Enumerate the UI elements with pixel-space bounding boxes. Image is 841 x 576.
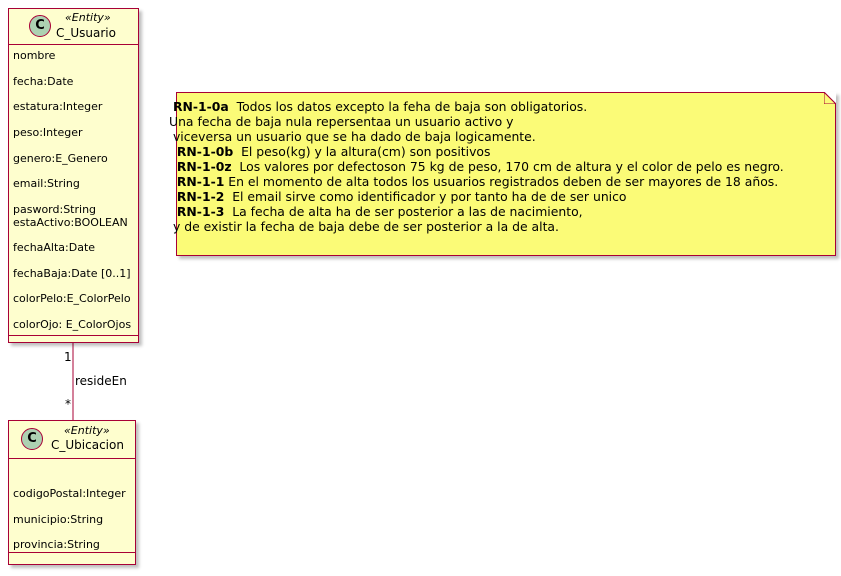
association-label: resideEn — [75, 374, 127, 388]
note-line: RN-1-0b El peso(kg) y la altura(cm) son … — [176, 144, 491, 159]
attribute: genero:E_Genero — [13, 152, 108, 165]
attribute: municipio:String — [13, 513, 104, 526]
stereotype-label: «Entity» — [65, 11, 111, 24]
note-line: RN-1-3 La fecha de alta ha de ser poster… — [176, 204, 583, 219]
note-line: viceversa un usuario que se ha dado de b… — [169, 129, 536, 144]
attribute: pasword:String — [13, 203, 97, 216]
note-line: Una fecha de baja nula repersentaa un us… — [169, 114, 514, 129]
attribute: email:String — [13, 177, 80, 190]
class-c-icon: C — [29, 15, 51, 37]
attribute: fechaBaja:Date [0..1] — [13, 267, 131, 280]
class-header: C «Entity» C_Usuario — [9, 9, 138, 45]
class-c-ubicacion[interactable]: C «Entity» C_Ubicacion codigoPostal:Inte… — [8, 420, 136, 565]
attribute: colorPelo:E_ColorPelo — [13, 292, 131, 305]
class-header: C «Entity» C_Ubicacion — [9, 421, 135, 459]
attribute: peso:Integer — [13, 126, 83, 139]
methods-separator — [9, 552, 135, 553]
class-c-icon: C — [21, 428, 43, 450]
source-multiplicity: 1 — [64, 350, 72, 364]
stereotype-label: «Entity» — [64, 424, 110, 437]
attribute: estatura:Integer — [13, 100, 103, 113]
methods-separator — [9, 335, 138, 336]
attribute: codigoPostal:Integer — [13, 487, 126, 500]
note-line: RN-1-0a Todos los datos excepto la feha … — [172, 99, 588, 114]
class-name: C_Ubicacion — [51, 438, 124, 452]
attribute: fecha:Date — [13, 75, 74, 88]
attribute: colorOjo: E_ColorOjos — [13, 318, 132, 331]
attribute: nombre — [13, 49, 56, 62]
note-fold-corner — [824, 92, 836, 104]
note-line: RN-1-0z Los valores por defectoson 75 kg… — [176, 159, 784, 174]
target-multiplicity: * — [65, 397, 71, 411]
note-line: RN-1-2 El email sirve como identificador… — [176, 189, 627, 204]
class-name: C_Usuario — [56, 26, 116, 40]
attribute: provincia:String — [13, 538, 100, 551]
class-c-usuario[interactable]: C «Entity» C_Usuario nombre fecha:Date e… — [8, 8, 139, 343]
note-line: RN-1-1 En el momento de alta todos los u… — [176, 174, 779, 189]
attribute: fechaAlta:Date — [13, 241, 96, 254]
business-rules-note[interactable]: RN-1-0a Todos los datos excepto la feha … — [169, 92, 836, 256]
note-line: y de existir la fecha de baja debe de se… — [169, 219, 559, 234]
attribute: estaActivo:BOOLEAN — [13, 216, 128, 229]
